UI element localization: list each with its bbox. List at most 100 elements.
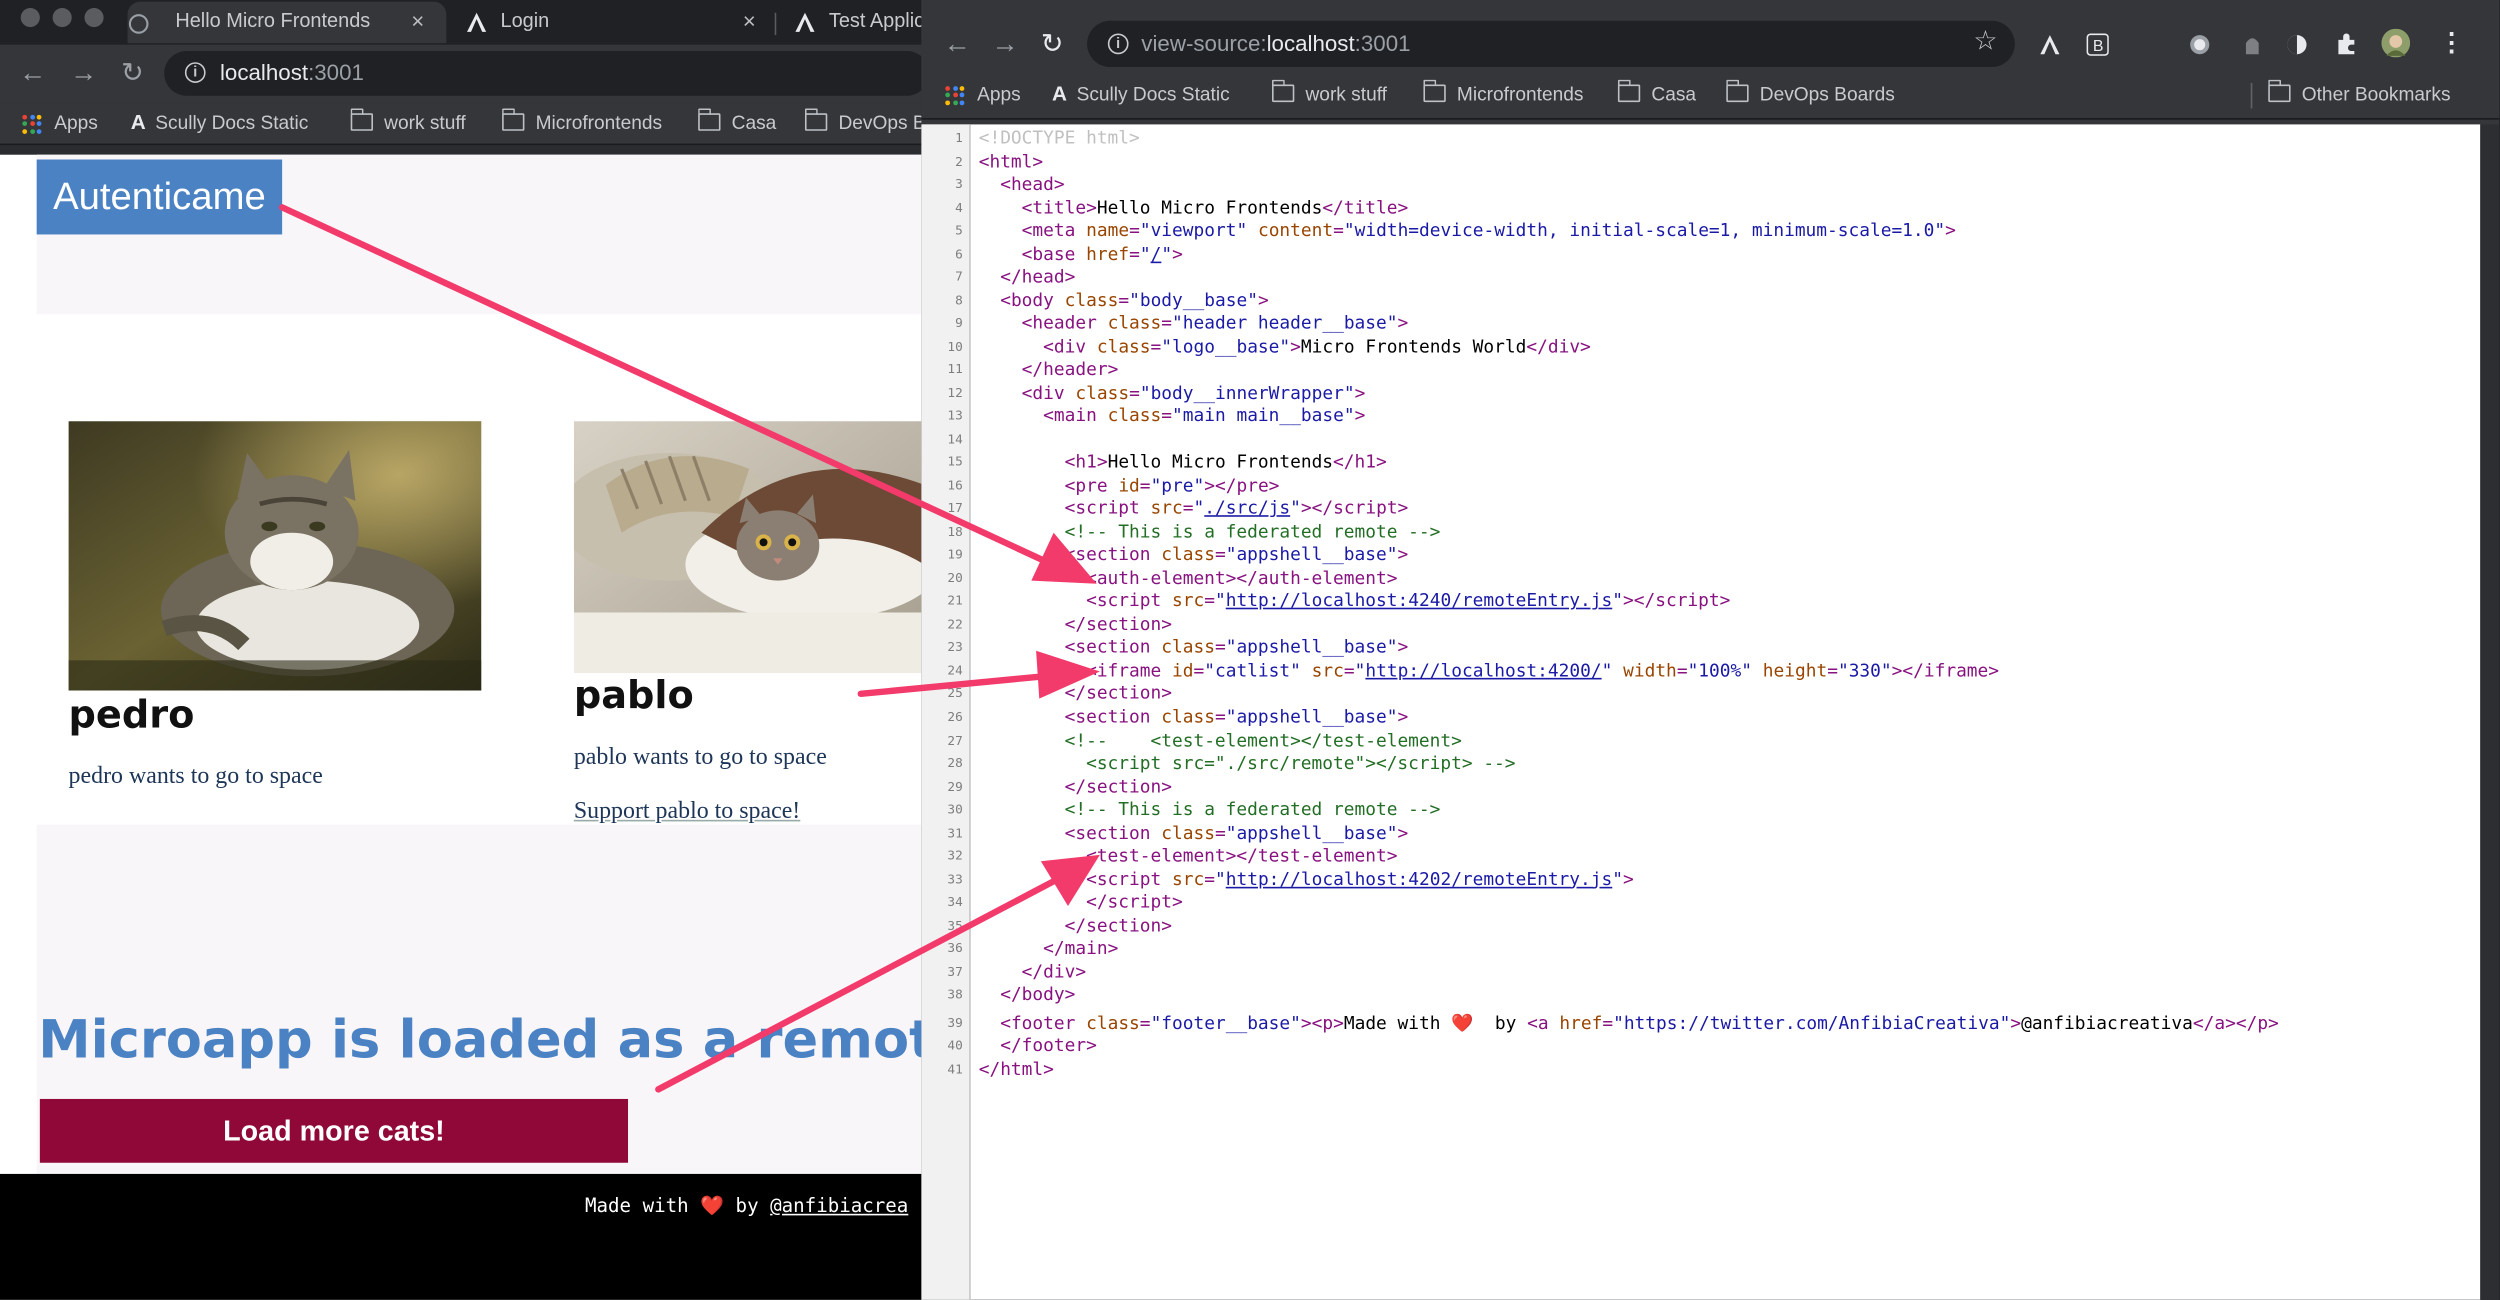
autenticame-button[interactable]: Autenticame <box>36 159 283 235</box>
reload-icon[interactable]: ↻ <box>1041 29 1064 61</box>
tab-strip: Hello Micro Frontends × Login × Test App… <box>0 0 925 45</box>
left-bookmarks-bar: Apps A Scully Docs Static work stuff Micr… <box>0 102 925 146</box>
line-number: 28 <box>947 756 963 771</box>
line-number: 30 <box>947 802 963 817</box>
bookmark-work-stuff[interactable]: work stuff <box>350 102 466 143</box>
folder-icon <box>698 108 721 132</box>
reload-icon[interactable]: ↻ <box>121 57 144 89</box>
line-number: 34 <box>947 895 963 910</box>
extensions-icon[interactable] <box>2335 32 2357 55</box>
bookmark-microfrontends[interactable]: Microfrontends <box>1423 73 1583 114</box>
source-line: <h1>Hello Micro Frontends</h1> <box>1064 451 1387 473</box>
window-close-dot[interactable] <box>20 7 40 28</box>
bookmark-devops-boards[interactable]: DevOps Boards <box>1726 73 1895 114</box>
source-line: <script src="./src/js"></script> <box>1064 498 1409 519</box>
footer-text: Made with ❤️ by @anfibiacrea <box>584 1194 909 1217</box>
folder-icon <box>804 108 828 132</box>
bookmark-divider <box>2250 82 2253 109</box>
url-text: localhost:3001 <box>220 59 364 85</box>
folder-icon <box>1423 80 1446 103</box>
line-number: 7 <box>955 269 963 285</box>
line-number: 27 <box>947 732 963 748</box>
tab-login[interactable]: Login × <box>465 2 768 43</box>
forward-arrow-icon[interactable]: → <box>991 29 1018 61</box>
tab-title: Test Applic <box>828 9 925 32</box>
heart-icon: ❤️ <box>700 1194 725 1217</box>
source-line: </body> <box>1000 984 1076 1006</box>
line-number: 8 <box>955 292 963 308</box>
tab-test-application[interactable]: Test Applic <box>794 2 925 43</box>
window-minimize-dot[interactable] <box>52 7 72 28</box>
star-icon[interactable]: ☆ <box>1973 26 1997 58</box>
source-line: <section class="appshell__base"> <box>1064 544 1409 566</box>
source-line: </script> <box>1086 891 1183 913</box>
line-number: 6 <box>955 246 963 261</box>
bookmark-casa[interactable]: Casa <box>698 102 776 143</box>
back-arrow-icon[interactable]: ← <box>19 57 46 89</box>
source-line: <iframe id="catlist" src="http://localho… <box>1086 660 2000 681</box>
line-number-gutter: 1 2 3 4 5 6 7 8 9 10 11 12 13 14 15 16 17 18 19 20 21 22 23 24 2… <box>921 124 971 1300</box>
load-more-cats-button[interactable]: Load more cats! <box>39 1098 629 1163</box>
footer-twitter-link[interactable]: @anfibiacrea <box>770 1195 908 1217</box>
cat-name: pedro <box>68 692 195 737</box>
scrollbar[interactable] <box>2480 124 2500 1300</box>
source-line: </div> <box>1021 961 1087 983</box>
right-bookmarks-bar: Apps A Scully Docs Static work stuff Micr… <box>921 71 2500 120</box>
line-number: 17 <box>947 501 963 516</box>
avatar[interactable] <box>2381 28 2411 58</box>
source-line: <meta name="viewport" content="width=dev… <box>1021 220 1956 241</box>
line-number: 4 <box>955 200 963 215</box>
source-line: <section class="appshell__base"> <box>1064 637 1409 658</box>
angular-icon[interactable] <box>2039 33 2061 55</box>
bookmark-devops[interactable]: DevOps B <box>804 102 925 143</box>
bookmark-microfrontends[interactable]: Microfrontends <box>502 102 662 143</box>
source-line: <test-element></test-element> <box>1086 845 1398 867</box>
bookmark-scully-docs[interactable]: A Scully Docs Static <box>131 102 309 143</box>
line-number: 25 <box>947 686 963 701</box>
bookmark-other[interactable]: Other Bookmarks <box>2268 73 2451 114</box>
bookmark-apps[interactable]: Apps <box>945 73 1021 114</box>
window-maximize-dot[interactable] <box>84 7 104 28</box>
view-source-content: 1 2 3 4 5 6 7 8 9 10 11 12 13 14 15 16 17 18 19 20 21 22 23 24 2… <box>921 124 2481 1300</box>
info-icon[interactable]: i <box>184 62 206 83</box>
line-number: 12 <box>947 385 963 400</box>
menu-icon[interactable]: ⋮ <box>2439 27 2465 59</box>
source-line: <!-- This is a federated remote --> <box>1064 799 1441 820</box>
back-arrow-icon[interactable]: ← <box>944 29 971 61</box>
url-host: localhost <box>1266 30 1355 56</box>
source-line: <head> <box>1000 173 1065 195</box>
info-icon[interactable]: i <box>1107 33 1129 55</box>
close-icon[interactable]: × <box>743 2 756 40</box>
bookmark-scully-docs[interactable]: A Scully Docs Static <box>1052 73 1230 114</box>
tab-separator <box>774 12 777 36</box>
source-line: <div class="body__innerWrapper"> <box>1021 382 1366 404</box>
angular-icon <box>794 8 816 32</box>
source-line: </section> <box>1064 613 1172 635</box>
source-line: <title>Hello Micro Frontends</title> <box>1021 197 1409 218</box>
forward-arrow-icon[interactable]: → <box>70 57 97 89</box>
half-moon-icon[interactable] <box>2286 33 2308 55</box>
bookmark-apps[interactable]: Apps <box>22 102 98 143</box>
bookmark-casa[interactable]: Casa <box>1617 73 1696 114</box>
source-line: <script src="http://localhost:4202/remot… <box>1086 868 1634 890</box>
source-line: <section class="appshell__base"> <box>1064 822 1409 844</box>
source-line: <header class="header header__base"> <box>1021 312 1409 334</box>
support-link[interactable]: Support pablo to space! <box>574 799 800 826</box>
bookmark-work-stuff[interactable]: work stuff <box>1272 73 1387 114</box>
line-number: 15 <box>947 454 963 470</box>
url-prefix: view-source: <box>1141 30 1267 56</box>
left-address-bar[interactable]: i localhost:3001 <box>164 51 925 96</box>
close-icon[interactable]: × <box>411 2 424 40</box>
screenshot-stage: Hello Micro Frontends × Login × Test App… <box>0 0 2500 1300</box>
tab-hello-micro-frontends[interactable]: Hello Micro Frontends × <box>127 1 447 44</box>
cat-description: pedro wants to go to space <box>68 764 323 790</box>
ghost-icon[interactable] <box>2241 33 2263 55</box>
extension-b-icon[interactable]: B <box>2086 33 2109 56</box>
line-number: 38 <box>947 987 963 1003</box>
line-number: 1 <box>955 130 963 146</box>
source-line: <!DOCTYPE html> <box>978 127 1140 149</box>
right-address-bar[interactable]: i view-source:localhost:3001 ☆ <box>1087 20 2015 67</box>
record-icon[interactable] <box>2189 33 2211 55</box>
page-footer: Made with ❤️ by @anfibiacrea <box>0 1173 925 1300</box>
source-line: <script src="./src/remote"></script> --> <box>978 752 1516 774</box>
